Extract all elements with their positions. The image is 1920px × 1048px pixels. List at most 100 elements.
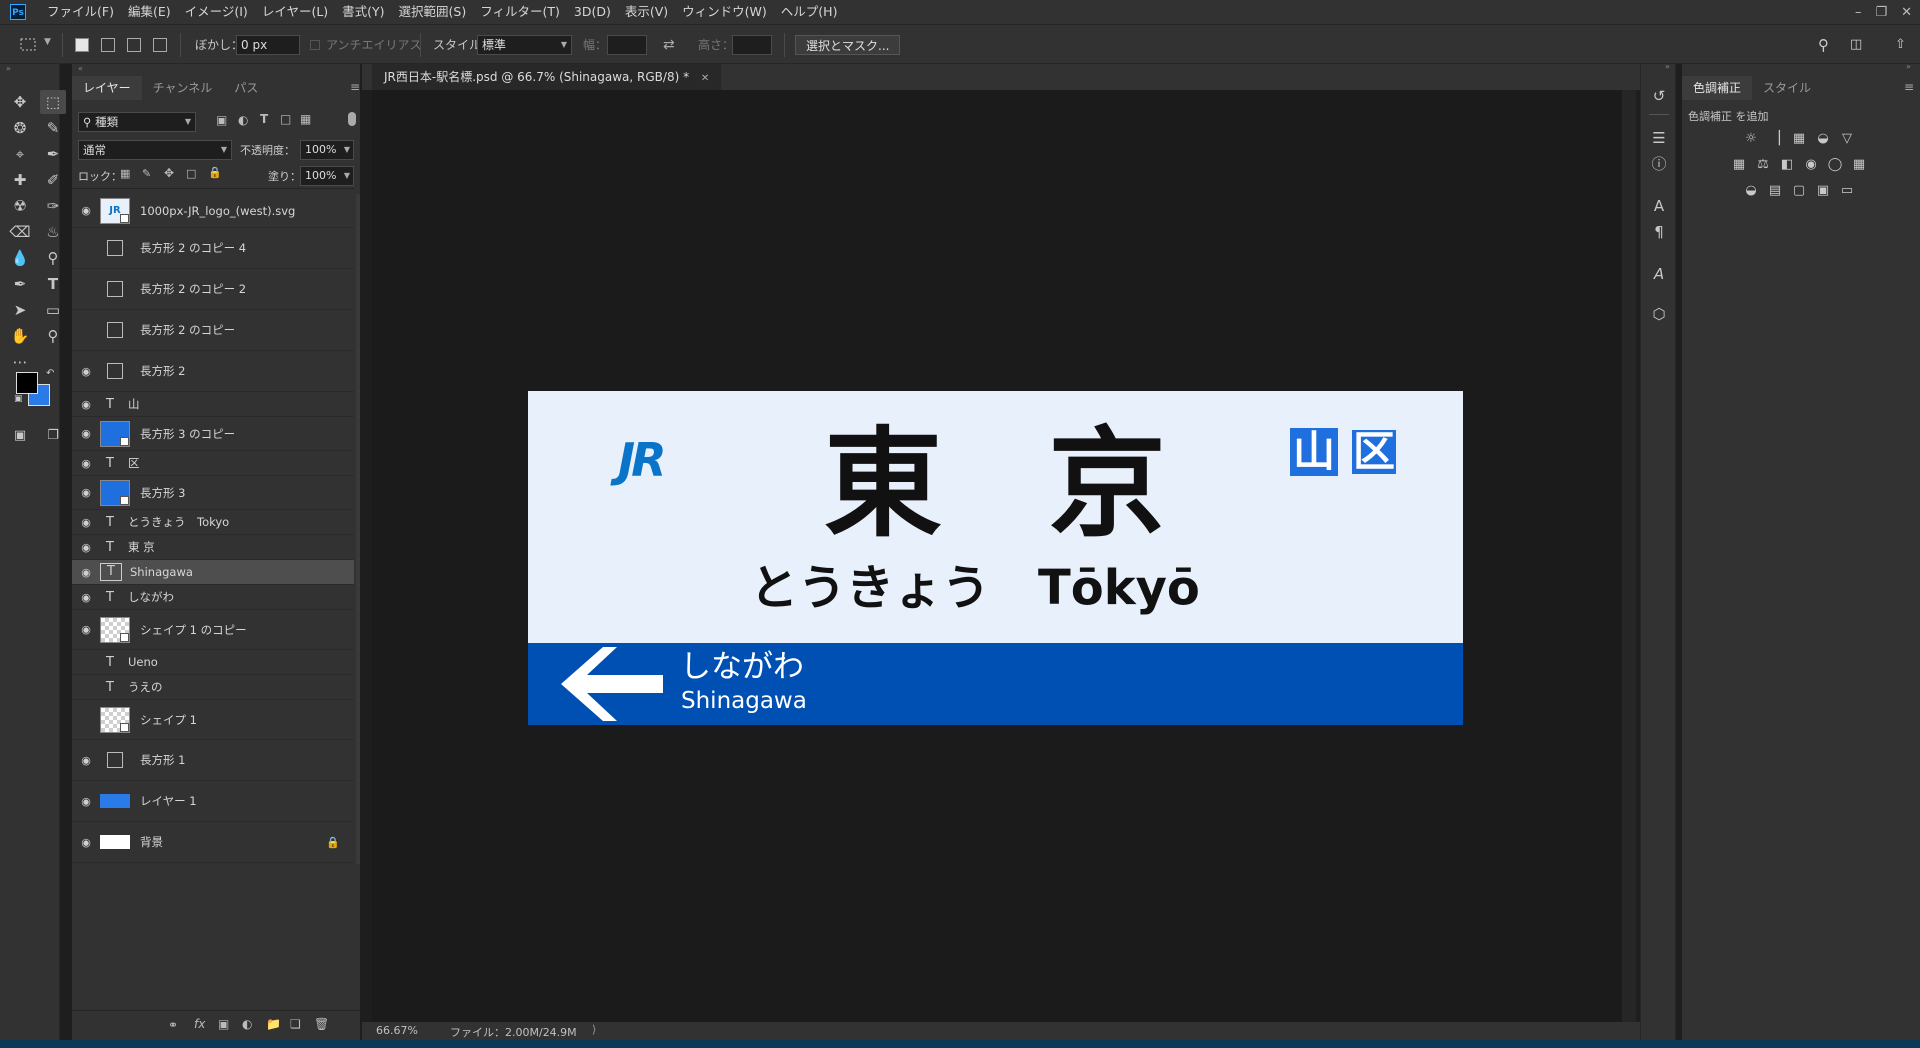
panel-menu-icon[interactable]: ≡ (1904, 80, 1914, 94)
adjustment-layer-icon[interactable]: ◐ (242, 1017, 252, 1031)
layer-row[interactable]: ◉ T とうきょう Tokyo (72, 510, 354, 535)
tab-layers[interactable]: レイヤー (72, 76, 142, 100)
visibility-eye-icon[interactable]: ◉ (72, 242, 100, 255)
dock-collapse-icon[interactable]: » (1665, 62, 1670, 71)
filter-pixel-icon[interactable]: ▣ (216, 113, 227, 127)
visibility-eye-icon[interactable]: ◉ (72, 591, 100, 604)
zoom-tool-icon[interactable]: ⚲ (40, 324, 66, 348)
antialias-checkbox[interactable] (310, 40, 320, 50)
filter-type-icon[interactable]: T (260, 112, 268, 126)
more-tools-icon[interactable]: ⋯ (7, 350, 33, 374)
invert-icon[interactable]: ◒ (1742, 182, 1760, 200)
layer-row[interactable]: ◉ JR 1000px-JR_logo_(west).svg (72, 194, 354, 228)
style-select[interactable]: 標準 ▼ (477, 35, 572, 55)
visibility-eye-icon[interactable]: ◉ (72, 427, 100, 440)
select-and-mask-button[interactable]: 選択とマスク... (795, 35, 901, 55)
paint-bucket-tool-icon[interactable]: ♨ (40, 220, 66, 244)
search-icon[interactable]: ⚲ (1818, 35, 1829, 55)
blend-mode-select[interactable]: 通常 ▼ (78, 140, 232, 160)
color-lookup-icon[interactable]: ▦ (1850, 156, 1868, 174)
filter-kind-select[interactable]: ⚲ 種類 ▼ (78, 112, 196, 132)
selective-color-icon[interactable]: ▣ (1814, 182, 1832, 200)
swap-colors-icon[interactable]: ↶ (46, 368, 54, 379)
glyphs-icon[interactable]: A (1649, 264, 1669, 284)
menu-help[interactable]: ヘルプ(H) (774, 0, 845, 24)
curves-icon[interactable]: ▦ (1790, 130, 1808, 148)
black-white-icon[interactable]: ◧ (1778, 156, 1796, 174)
lock-all-icon[interactable]: 🔒 (208, 166, 222, 179)
layer-row[interactable]: ◉ 長方形 3 のコピー (72, 417, 354, 451)
rect-marquee-tool-icon[interactable]: ⬚ (40, 90, 66, 114)
brush-tool-icon[interactable]: ✐ (40, 168, 66, 192)
visibility-eye-icon[interactable]: ◉ (72, 623, 100, 636)
history-brush-tool-icon[interactable]: ✑ (40, 194, 66, 218)
intersect-selection-icon[interactable] (153, 38, 167, 52)
close-tab-icon[interactable]: ✕ (701, 73, 709, 84)
dodge-tool-icon[interactable]: ⚲ (40, 246, 66, 270)
hue-saturation-icon[interactable]: ▦ (1730, 156, 1748, 174)
layer-row[interactable]: ◉ T しながわ (72, 585, 354, 610)
subtract-selection-icon[interactable] (127, 38, 141, 52)
paragraph-icon[interactable]: ¶ (1649, 222, 1669, 242)
lock-image-icon[interactable]: ✎ (142, 167, 151, 180)
type-tool-icon[interactable]: T (40, 272, 66, 296)
tab-channels[interactable]: チャンネル (142, 76, 224, 100)
menu-3d[interactable]: 3D(D) (567, 0, 618, 24)
photo-filter-icon[interactable]: ◉ (1802, 156, 1820, 174)
menu-edit[interactable]: 編集(E) (121, 0, 178, 24)
color-balance-icon[interactable]: ⚖ (1754, 156, 1772, 174)
layer-row-selected[interactable]: ◉ T Shinagawa (72, 560, 354, 585)
feather-input[interactable]: 0 px (236, 35, 300, 55)
eraser-tool-icon[interactable]: ⌫ (7, 220, 33, 244)
lasso-tool-icon[interactable]: ❂ (7, 116, 33, 140)
status-menu-arrow-icon[interactable]: ⟩ (592, 1023, 596, 1036)
layer-row[interactable]: ◉ 長方形 3 (72, 476, 354, 510)
properties-icon[interactable]: ☰ (1649, 128, 1669, 148)
layer-row[interactable]: ◉ 背景 🔒 (72, 822, 354, 863)
visibility-eye-icon[interactable]: ◉ (72, 656, 100, 669)
history-icon[interactable]: ↺ (1649, 86, 1669, 106)
menu-layer[interactable]: レイヤー(L) (255, 0, 335, 24)
screen-mode-icon[interactable]: ❐ (40, 424, 66, 448)
menu-select[interactable]: 選択範囲(S) (392, 0, 474, 24)
menu-image[interactable]: イメージ(I) (178, 0, 255, 24)
fill-input[interactable]: 100% ▼ (300, 166, 354, 186)
new-layer-icon[interactable]: ❏ (290, 1017, 301, 1031)
info-icon[interactable]: ⓘ (1649, 154, 1669, 174)
visibility-eye-icon[interactable]: ◉ (72, 283, 100, 296)
width-input[interactable] (607, 35, 647, 55)
visibility-eye-icon[interactable]: ◉ (72, 681, 100, 694)
visibility-eye-icon[interactable]: ◉ (72, 324, 100, 337)
fx-icon[interactable]: fx (194, 1017, 205, 1031)
visibility-eye-icon[interactable]: ◉ (72, 204, 100, 217)
levels-icon[interactable]: ▕ (1766, 130, 1784, 148)
move-tool-icon[interactable]: ✥ (7, 90, 33, 114)
menu-type[interactable]: 書式(Y) (335, 0, 391, 24)
vibrance-icon[interactable]: ▽ (1838, 130, 1856, 148)
layer-row[interactable]: ◉ T うえの (72, 675, 354, 700)
foreground-color-swatch[interactable] (16, 372, 38, 394)
share-icon[interactable]: ⇧ (1895, 35, 1906, 55)
tool-preset-chevron-icon[interactable]: ▼ (44, 37, 51, 47)
quick-select-tool-icon[interactable]: ✎ (40, 116, 66, 140)
clone-stamp-tool-icon[interactable]: ☢ (7, 194, 33, 218)
tab-adjustments[interactable]: 色調補正 (1682, 76, 1753, 100)
layer-row[interactable]: ◉ T 区 (72, 451, 354, 476)
channel-mixer-icon[interactable]: ◯ (1826, 156, 1844, 174)
threshold-icon[interactable]: ▢ (1790, 182, 1808, 200)
rectangle-tool-icon[interactable]: ▭ (40, 298, 66, 322)
filter-adjustment-icon[interactable]: ◐ (238, 113, 248, 127)
pen-tool-icon[interactable]: ✒ (7, 272, 33, 296)
layer-row[interactable]: ◉ 長方形 2 (72, 351, 354, 392)
tab-paths[interactable]: パス (223, 76, 269, 100)
posterize-icon[interactable]: ▤ (1766, 182, 1784, 200)
minimize-icon[interactable]: – (1855, 5, 1862, 20)
zoom-level[interactable]: 66.67% (376, 1024, 418, 1037)
path-selection-tool-icon[interactable]: ➤ (7, 298, 33, 322)
collapse-arrows-icon[interactable]: » (6, 64, 11, 73)
layer-row[interactable]: ◉ 長方形 1 (72, 740, 354, 781)
add-mask-icon[interactable]: ▣ (218, 1017, 229, 1031)
delete-layer-icon[interactable]: 🗑 (314, 1017, 329, 1031)
layer-row[interactable]: ◉ T 山 (72, 392, 354, 417)
restore-icon[interactable]: ❐ (1875, 5, 1887, 20)
